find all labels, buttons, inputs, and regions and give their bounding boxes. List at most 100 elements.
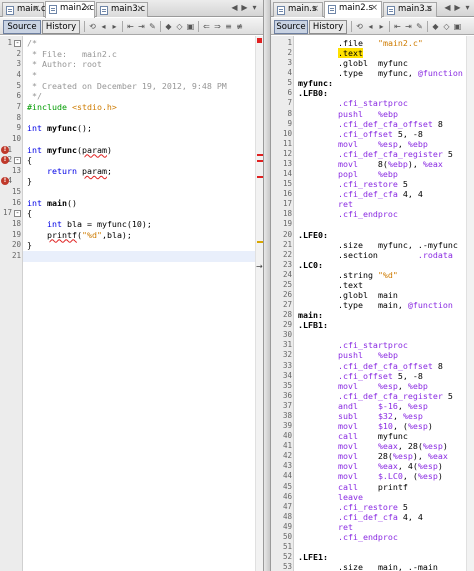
line-number[interactable]: 30 [271,330,292,341]
code-line[interactable]: #include <stdio.h> [27,102,117,113]
line-number[interactable]: 48 [271,512,292,523]
line-number[interactable]: 51 [271,542,292,553]
code-line[interactable]: int bla = myfunc(10); [27,219,152,230]
find-next-icon[interactable]: ⇥ [137,22,146,31]
line-number[interactable]: 2 [0,49,21,60]
line-number[interactable]: 4 [271,68,292,79]
scroll-tabs-left-icon[interactable]: ◀ [230,3,239,12]
last-edit-icon[interactable]: ⟲ [355,22,364,31]
line-number[interactable]: 6 [0,91,21,102]
line-number[interactable]: 40 [271,431,292,442]
scroll-tabs-left-icon[interactable]: ◀ [443,3,452,12]
forward-icon[interactable]: ▸ [377,22,386,31]
line-number[interactable]: 3 [271,58,292,69]
tab-main2-s[interactable]: main2.s × [324,1,382,18]
line-number[interactable]: 46 [271,492,292,503]
line-number[interactable]: 17 [0,208,12,219]
line-number[interactable]: 8 [0,113,21,124]
code-line[interactable]: .cfi_def_cfa_offset 8 [298,119,443,130]
find-previous-icon[interactable]: ⇤ [126,22,135,31]
line-number[interactable]: 27 [271,300,292,311]
code-line[interactable]: .cfi_startproc [298,98,408,109]
code-line[interactable]: subl $32, %esp [298,411,423,422]
line-number[interactable]: 37 [271,401,292,412]
next-bookmark-icon[interactable]: ◇ [442,22,451,31]
previous-bookmark-icon[interactable]: ◆ [164,22,173,31]
error-mark[interactable] [257,160,263,162]
code-line[interactable]: .globl main [298,290,398,301]
find-next-icon[interactable]: ⇥ [404,22,413,31]
line-number[interactable]: 41 [271,441,292,452]
line-number[interactable]: 12 [271,149,292,160]
line-number[interactable]: 11 [271,139,292,150]
line-number[interactable]: 43 [271,461,292,472]
shift-left-icon[interactable]: ⇐ [202,22,211,31]
next-bookmark-icon[interactable]: ◇ [175,22,184,31]
code-line[interactable]: main: [298,310,323,321]
forward-icon[interactable]: ▸ [110,22,119,31]
code-line[interactable]: .file "main2.c" [298,38,423,49]
code-line[interactable]: movl $10, (%esp) [298,421,433,432]
warning-mark[interactable] [257,241,263,243]
toggle-highlight-icon[interactable]: ✎ [415,22,424,31]
line-number[interactable]: 52 [271,552,292,563]
error-mark[interactable] [257,154,263,156]
back-icon[interactable]: ◂ [99,22,108,31]
close-icon[interactable]: × [32,3,40,16]
code-line[interactable]: .cfi_restore 5 [298,179,408,190]
right-scrollbar[interactable] [466,36,474,571]
line-number[interactable]: 1 [0,38,12,49]
code-line[interactable]: movl $.LC0, (%esp) [298,471,443,482]
line-number[interactable]: 3 [0,59,21,70]
line-number[interactable]: 13 [271,159,292,170]
line-number[interactable]: 4 [0,70,21,81]
line-number[interactable]: 22 [271,250,292,261]
code-line[interactable]: } [27,240,32,251]
diff-arrow-icon[interactable]: → [256,262,263,271]
line-number[interactable]: 36 [271,391,292,402]
toggle-highlight-icon[interactable]: ✎ [148,22,157,31]
toggle-comment-icon[interactable]: ≡ [224,22,233,31]
code-line[interactable]: .cfi_offset 5, -8 [298,129,423,140]
code-line[interactable]: .cfi_endproc [298,532,398,543]
code-line[interactable]: { [27,155,32,166]
code-line[interactable]: pushl %ebp [298,350,398,361]
code-line[interactable]: .size myfunc, .-myfunc [298,240,458,251]
right-code-area[interactable]: .file "main2.c" .text .globl myfunc .typ… [294,36,466,571]
line-number[interactable]: 50 [271,532,292,543]
line-number[interactable]: 16 [0,198,21,209]
code-line[interactable]: .section .rodata [298,250,453,261]
fold-toggle-icon[interactable]: - [14,156,21,164]
code-line[interactable]: * File: main2.c [27,49,117,60]
line-number[interactable]: 5 [0,81,21,92]
code-line[interactable]: /* [27,38,37,49]
code-line[interactable]: int myfunc(); [27,123,92,134]
code-line[interactable]: .LC0: [298,260,323,271]
line-number[interactable]: 15 [271,179,292,190]
close-icon[interactable]: × [370,2,378,15]
back-icon[interactable]: ◂ [366,22,375,31]
history-view-button[interactable]: History [309,20,347,34]
code-line[interactable]: .type myfunc, @function [298,68,463,79]
code-line[interactable]: int main() [27,198,77,209]
line-number[interactable]: 24 [271,270,292,281]
code-line[interactable]: .LFE0: [298,230,328,241]
toggle-bookmark-icon[interactable]: ▣ [186,22,195,31]
scroll-tabs-right-icon[interactable]: ▶ [453,3,462,12]
close-icon[interactable]: × [311,3,319,16]
line-number[interactable]: 25 [271,280,292,291]
line-number[interactable]: 28 [271,310,292,321]
code-line[interactable]: ret [298,522,353,533]
tab-main3-s[interactable]: main3.s × [383,2,437,17]
code-line[interactable]: ret [298,199,353,210]
code-line[interactable]: movl %eax, 28(%esp) [298,441,448,452]
line-number[interactable]: 53 [271,562,292,571]
line-number[interactable]: 18 [271,209,292,220]
fold-toggle-icon[interactable]: - [14,39,21,47]
line-number[interactable]: 21 [0,251,21,262]
code-line[interactable]: * Author: root [27,59,102,70]
line-number[interactable]: 14 [271,169,292,180]
line-number[interactable]: 20 [271,230,292,241]
line-number[interactable]: 21 [271,240,292,251]
uncomment-icon[interactable]: ≢ [235,22,244,31]
